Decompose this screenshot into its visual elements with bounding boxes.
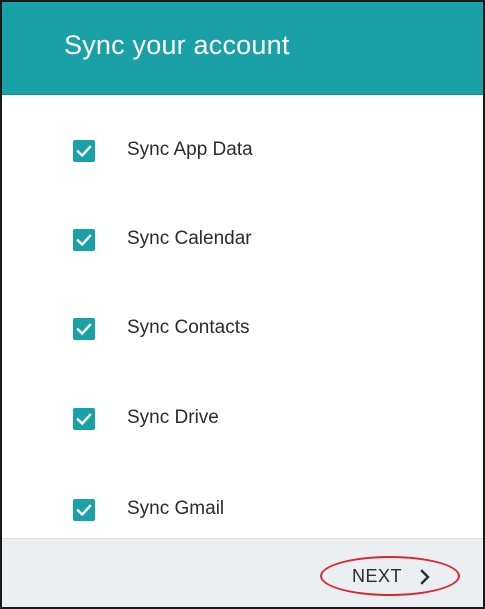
sync-item-label: Sync Drive — [127, 407, 219, 428]
footer-bar: NEXT — [2, 538, 483, 607]
sync-item-drive[interactable]: Sync Drive — [2, 389, 483, 449]
sync-contacts-checkbox[interactable] — [73, 318, 95, 340]
checkmark-icon — [76, 413, 92, 426]
app-bar: Sync your account — [2, 2, 483, 95]
chevron-right-icon — [420, 569, 430, 585]
sync-item-label: Sync App Data — [127, 139, 253, 160]
checkmark-icon — [76, 234, 92, 247]
sync-gmail-checkbox[interactable] — [73, 499, 95, 521]
sync-app-data-checkbox[interactable] — [73, 140, 95, 162]
screen-frame: Sync your account Sync App Data Sync Cal… — [0, 0, 485, 609]
sync-item-label: Sync Calendar — [127, 228, 252, 249]
checkmark-icon — [76, 504, 92, 517]
sync-item-contacts[interactable]: Sync Contacts — [2, 299, 483, 359]
checkmark-icon — [76, 323, 92, 336]
checkmark-icon — [76, 145, 92, 158]
sync-options-list: Sync App Data Sync Calendar Sync Contact… — [2, 95, 483, 538]
next-button-label: NEXT — [352, 566, 403, 586]
sync-item-app-data[interactable]: Sync App Data — [2, 121, 483, 181]
sync-item-gmail[interactable]: Sync Gmail — [2, 480, 483, 540]
sync-calendar-checkbox[interactable] — [73, 229, 95, 251]
sync-item-label: Sync Contacts — [127, 317, 250, 338]
sync-drive-checkbox[interactable] — [73, 408, 95, 430]
next-button[interactable]: NEXT — [320, 556, 460, 596]
sync-item-calendar[interactable]: Sync Calendar — [2, 210, 483, 270]
page-title: Sync your account — [64, 30, 290, 60]
sync-item-label: Sync Gmail — [127, 498, 225, 519]
